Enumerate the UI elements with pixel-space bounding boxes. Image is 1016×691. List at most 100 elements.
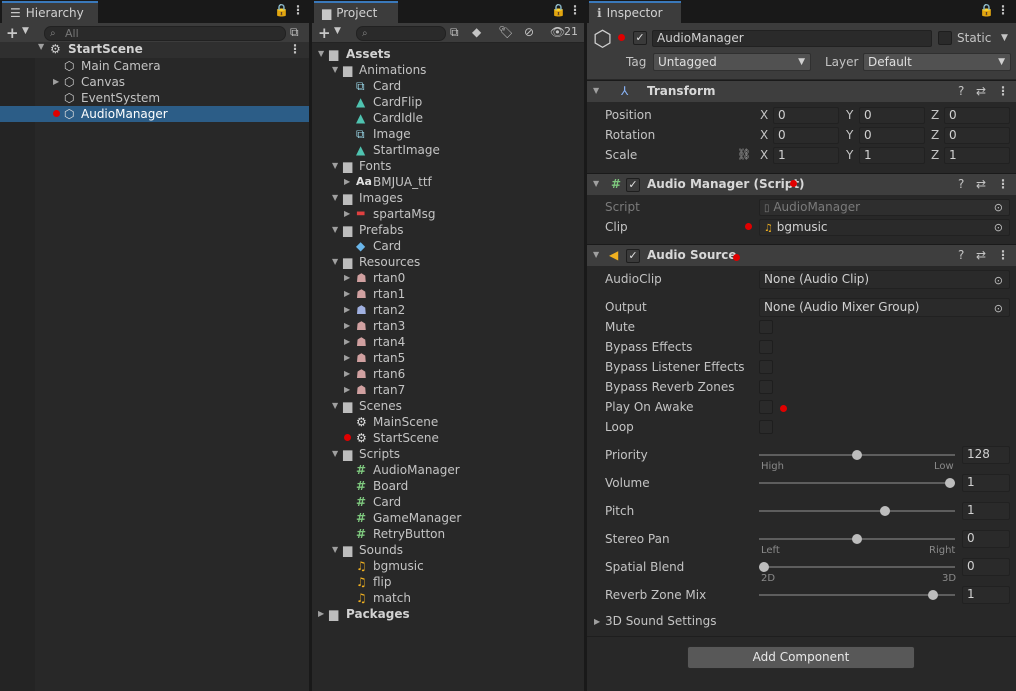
help-icon[interactable]: ? xyxy=(958,84,964,98)
asset-item[interactable]: ▶ Aa BMJUA_ttf xyxy=(312,174,584,190)
asset-item[interactable]: ⚙ StartScene xyxy=(312,430,584,446)
folder-prefabs[interactable]: ▼ ▆ Prefabs xyxy=(312,222,584,238)
priority-slider-knob[interactable] xyxy=(852,450,862,460)
rotation-x-field[interactable]: 0 xyxy=(773,127,839,144)
asset-item[interactable]: # Board xyxy=(312,478,584,494)
reverb-zone-mix-slider-knob[interactable] xyxy=(928,590,939,600)
bypass-reverb-checkbox[interactable] xyxy=(759,380,773,394)
tab-menu-icon[interactable]: ⋮ xyxy=(569,3,581,17)
object-name-field[interactable]: AudioManager xyxy=(652,30,932,47)
create-dropdown-icon[interactable]: ▼ xyxy=(22,26,29,36)
folder-sounds[interactable]: ▼ ▆ Sounds xyxy=(312,542,584,558)
asset-item[interactable]: # GameManager xyxy=(312,510,584,526)
position-z-field[interactable]: 0 xyxy=(944,107,1010,124)
component-menu-icon[interactable]: ⋮ xyxy=(997,248,1009,262)
presets-icon[interactable]: ⇄ xyxy=(976,177,986,191)
folder-scenes[interactable]: ▼ ▆ Scenes xyxy=(312,398,584,414)
asset-item[interactable]: ▶ ☗ rtan1 xyxy=(312,286,584,302)
asset-item[interactable]: ▶ ☗ rtan3 xyxy=(312,318,584,334)
lock-icon[interactable]: 🔒 xyxy=(274,3,289,17)
asset-item[interactable]: ♫ flip xyxy=(312,574,584,590)
folder-scripts[interactable]: ▼ ▆ Scripts xyxy=(312,446,584,462)
folder-resources[interactable]: ▼ ▆ Resources xyxy=(312,254,584,270)
object-picker-icon[interactable]: ⊙ xyxy=(994,300,1003,316)
transform-header[interactable]: ▼ ⅄ Transform ? ⇄ ⋮ xyxy=(587,80,1016,102)
scale-z-field[interactable]: 1 xyxy=(944,147,1010,164)
asset-item[interactable]: ⚙ MainScene xyxy=(312,414,584,430)
asset-item[interactable]: ▲ CardIdle xyxy=(312,110,584,126)
asset-item[interactable]: ▲ StartImage xyxy=(312,142,584,158)
help-icon[interactable]: ? xyxy=(958,248,964,262)
create-dropdown-icon[interactable]: ▼ xyxy=(334,26,341,36)
inspector-tab[interactable]: ℹ Inspector xyxy=(589,1,681,23)
help-icon[interactable]: ? xyxy=(958,177,964,191)
volume-slider-track[interactable] xyxy=(759,482,955,484)
component-enabled-checkbox[interactable]: ✓ xyxy=(626,249,640,263)
asset-item[interactable]: ♫ match xyxy=(312,590,584,606)
audio-source-header[interactable]: ▼ ◀ ✓ Audio Source ? ⇄ ⋮ xyxy=(587,244,1016,266)
expand-arrow-icon[interactable]: ▼ xyxy=(332,446,338,462)
object-picker-icon[interactable]: ⊙ xyxy=(994,272,1003,288)
object-picker-icon[interactable]: ⊙ xyxy=(994,220,1003,235)
asset-item[interactable]: ▶ ☗ rtan7 xyxy=(312,382,584,398)
hierarchy-item-audiomanager[interactable]: ⬡ AudioManager xyxy=(0,106,309,122)
output-object-field[interactable]: None (Audio Mixer Group) ⊙ xyxy=(759,298,1010,317)
asset-item[interactable]: ▶ ☗ rtan6 xyxy=(312,366,584,382)
stereo-pan-field[interactable]: 0 xyxy=(962,530,1010,548)
layer-dropdown[interactable]: Default ▼ xyxy=(863,53,1011,71)
component-menu-icon[interactable]: ⋮ xyxy=(997,84,1009,98)
hierarchy-item-main-camera[interactable]: ⬡ Main Camera xyxy=(0,58,309,74)
reverb-zone-mix-slider-track[interactable] xyxy=(759,594,955,596)
active-checkbox[interactable]: ✓ xyxy=(633,31,647,45)
component-menu-icon[interactable]: ⋮ xyxy=(997,177,1009,191)
3d-sound-settings-foldout[interactable]: 3D Sound Settings xyxy=(605,614,717,628)
expand-arrow-icon[interactable]: ▼ xyxy=(332,222,338,238)
rotation-z-field[interactable]: 0 xyxy=(944,127,1010,144)
bypass-listener-checkbox[interactable] xyxy=(759,360,773,374)
foldout-arrow-icon[interactable]: ▼ xyxy=(593,86,599,95)
presets-icon[interactable]: ⇄ xyxy=(976,248,986,262)
stereo-pan-slider-knob[interactable] xyxy=(852,534,862,544)
expand-arrow-icon[interactable]: ▶ xyxy=(344,206,350,222)
lock-icon[interactable]: 🔒 xyxy=(551,3,566,17)
presets-icon[interactable]: ⇄ xyxy=(976,84,986,98)
asset-item[interactable]: ▶ ▬ spartaMsg xyxy=(312,206,584,222)
audioclip-object-field[interactable]: None (Audio Clip) ⊙ xyxy=(759,270,1010,289)
tag-dropdown[interactable]: Untagged ▼ xyxy=(653,53,811,71)
expand-arrow-icon[interactable]: ▼ xyxy=(332,254,338,270)
create-plus-icon[interactable]: + xyxy=(6,24,19,42)
asset-item[interactable]: ⧉ Image xyxy=(312,126,584,142)
asset-item[interactable]: ◆ Card xyxy=(312,238,584,254)
spatial-blend-slider-track[interactable] xyxy=(759,566,955,568)
asset-item[interactable]: # Card xyxy=(312,494,584,510)
expand-arrow-icon[interactable]: ▶ xyxy=(344,334,350,350)
clip-object-field[interactable]: ♫ bgmusic ⊙ xyxy=(759,219,1010,236)
tab-menu-icon[interactable]: ⋮ xyxy=(292,3,304,17)
lock-icon[interactable]: 🔒 xyxy=(979,3,994,17)
tab-menu-icon[interactable]: ⋮ xyxy=(997,3,1009,17)
spatial-blend-field[interactable]: 0 xyxy=(962,558,1010,576)
log-filter-icon[interactable]: ⊘ xyxy=(524,25,534,39)
folder-fonts[interactable]: ▼ ▆ Fonts xyxy=(312,158,584,174)
create-plus-icon[interactable]: + xyxy=(318,24,331,42)
expand-arrow-icon[interactable]: ▶ xyxy=(53,74,59,90)
position-x-field[interactable]: 0 xyxy=(773,107,839,124)
scene-menu-icon[interactable]: ⋮ xyxy=(289,42,301,56)
asset-item[interactable]: ▶ ☗ rtan2 xyxy=(312,302,584,318)
add-component-button[interactable]: Add Component xyxy=(687,646,915,669)
folder-packages[interactable]: ▶ ▆ Packages xyxy=(312,606,584,622)
spatial-blend-slider-knob[interactable] xyxy=(759,562,769,572)
audio-manager-header[interactable]: ▼ # ✓ Audio Manager (Script) ? ⇄ ⋮ xyxy=(587,173,1016,195)
static-dropdown-icon[interactable]: ▼ xyxy=(1001,33,1008,43)
folder-assets[interactable]: ▼ ▆ Assets xyxy=(312,46,584,62)
expand-arrow-icon[interactable]: ▶ xyxy=(344,350,350,366)
asset-item[interactable]: ▶ ☗ rtan5 xyxy=(312,350,584,366)
expand-arrow-icon[interactable]: ▶ xyxy=(344,318,350,334)
static-checkbox[interactable] xyxy=(938,31,952,45)
expand-arrow-icon[interactable]: ▼ xyxy=(332,62,338,78)
search-options-icon[interactable]: ⧉ xyxy=(450,25,459,40)
loop-checkbox[interactable] xyxy=(759,420,773,434)
hierarchy-item-canvas[interactable]: ▶ ⬡ Canvas xyxy=(0,74,309,90)
scene-header-row[interactable]: ▼ ⚙ StartScene ⋮ xyxy=(0,42,309,58)
expand-arrow-icon[interactable]: ▶ xyxy=(344,302,350,318)
